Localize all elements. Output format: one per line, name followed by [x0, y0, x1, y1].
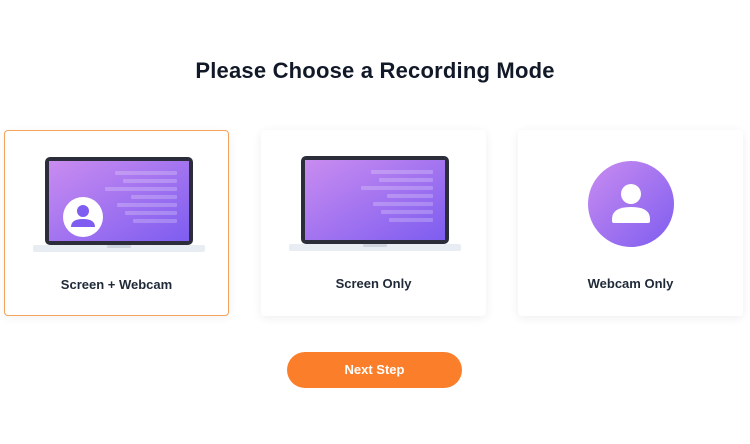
laptop-icon [289, 156, 461, 251]
mode-card-screen-webcam[interactable]: Screen + Webcam [4, 130, 229, 316]
mode-label: Screen Only [335, 276, 412, 291]
mode-label: Webcam Only [587, 276, 674, 291]
mode-label: Screen + Webcam [60, 277, 173, 292]
next-step-button[interactable]: Next Step [287, 352, 462, 388]
user-circle-icon [588, 161, 674, 247]
mode-card-webcam-only[interactable]: Webcam Only [518, 130, 743, 316]
page-title: Please Choose a Recording Mode [195, 58, 555, 83]
laptop-with-webcam-icon [33, 157, 205, 252]
mode-card-screen-only[interactable]: Screen Only [261, 130, 486, 316]
